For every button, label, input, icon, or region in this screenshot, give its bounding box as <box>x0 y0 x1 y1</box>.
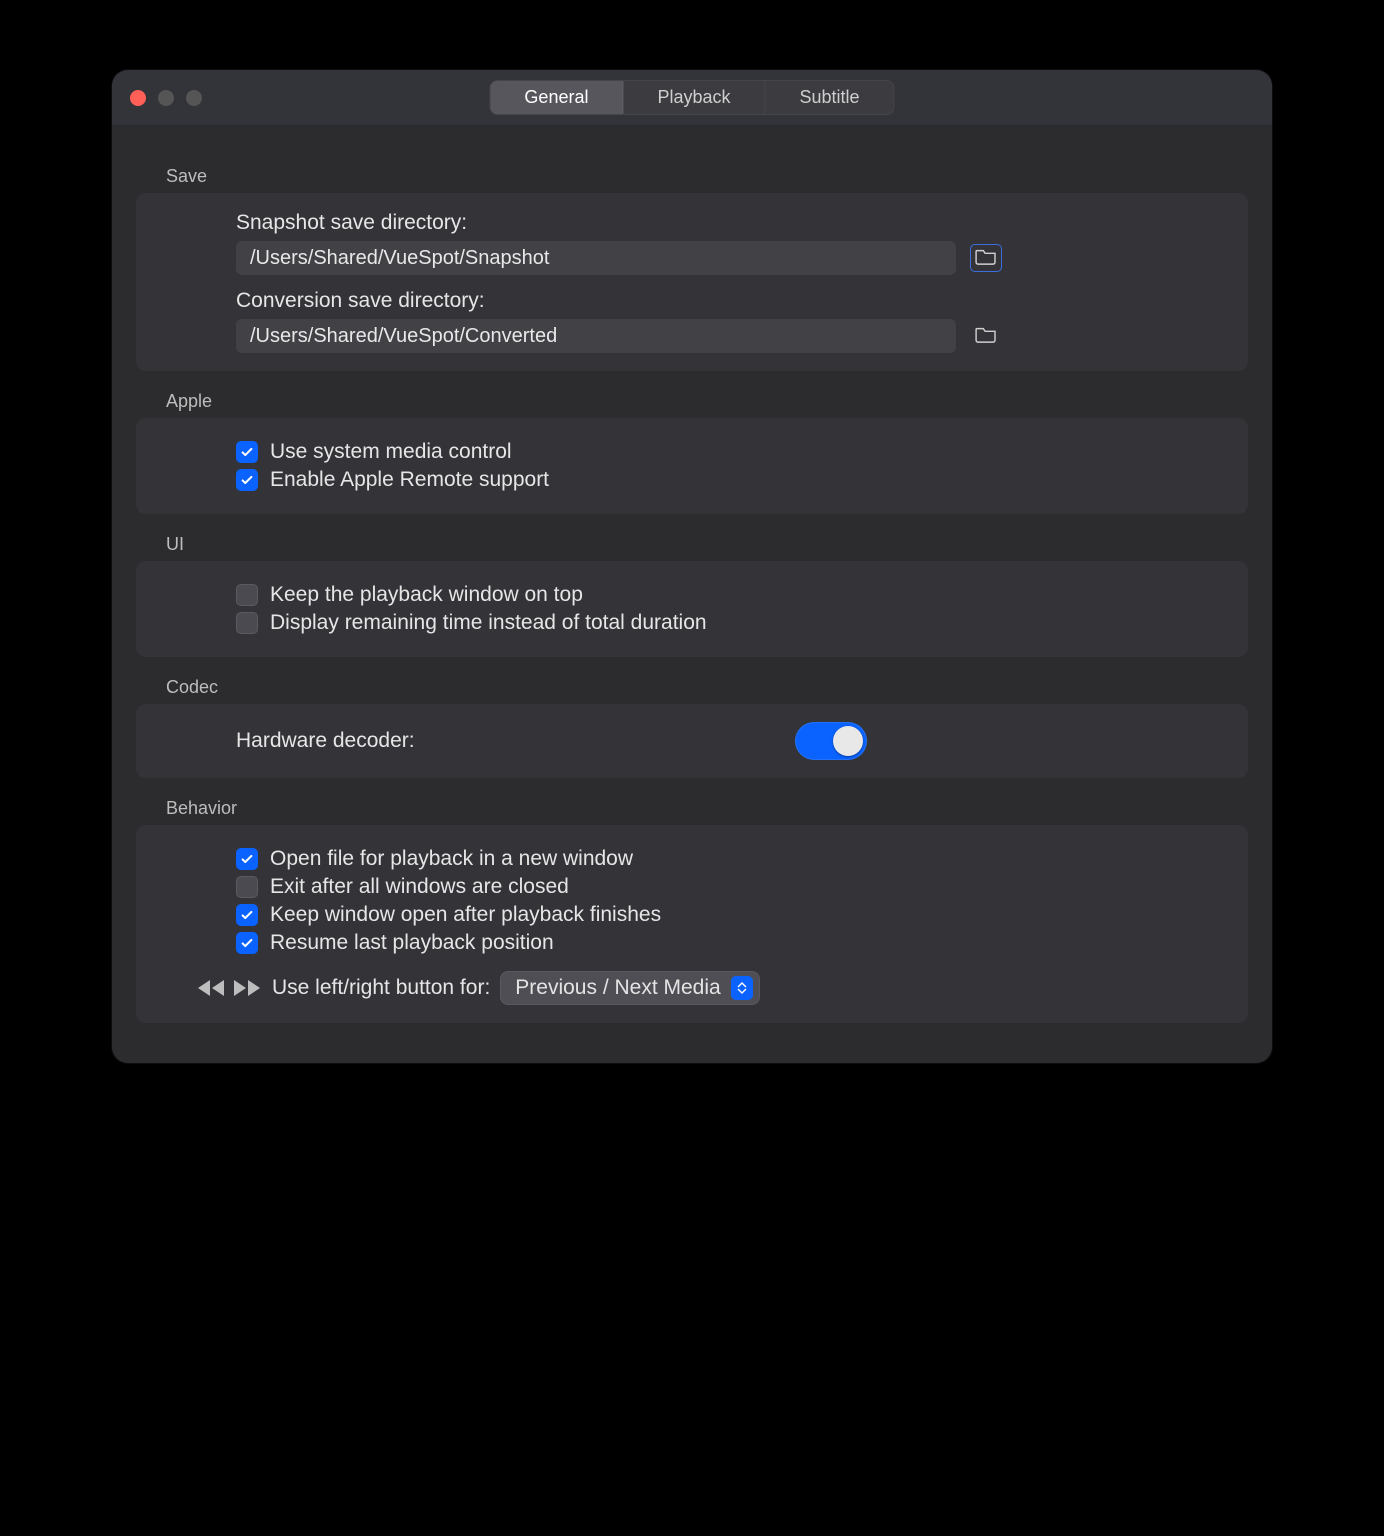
hardware-decoder-label: Hardware decoder: <box>236 729 415 753</box>
skip-arrows-icon <box>196 978 262 998</box>
checkbox-label: Display remaining time instead of total … <box>270 611 707 635</box>
toggle-knob <box>833 726 863 756</box>
content-area: Save Snapshot save directory: Conversion… <box>112 126 1272 1063</box>
section-behavior: Open file for playback in a new window E… <box>136 825 1248 1023</box>
checkbox-exit-after-close[interactable] <box>236 876 258 898</box>
checkmark-icon <box>240 852 254 866</box>
tab-bar: General Playback Subtitle <box>489 80 894 115</box>
checkbox-system-media-control[interactable] <box>236 441 258 463</box>
tab-subtitle[interactable]: Subtitle <box>766 81 894 114</box>
checkbox-window-on-top[interactable] <box>236 584 258 606</box>
checkbox-label: Keep window open after playback finishes <box>270 903 661 927</box>
section-save-label: Save <box>166 166 1248 187</box>
checkbox-resume-position[interactable] <box>236 932 258 954</box>
checkmark-icon <box>240 908 254 922</box>
checkmark-icon <box>240 473 254 487</box>
checkmark-icon <box>240 936 254 950</box>
checkmark-icon <box>240 445 254 459</box>
section-apple-label: Apple <box>166 391 1248 412</box>
snapshot-dir-label: Snapshot save directory: <box>236 211 1220 235</box>
rewind-icon <box>196 978 226 998</box>
tab-general[interactable]: General <box>490 81 623 114</box>
lr-button-select[interactable]: Previous / Next Media <box>500 971 759 1005</box>
checkbox-label: Use system media control <box>270 440 512 464</box>
folder-icon <box>975 325 997 348</box>
conversion-dir-label: Conversion save directory: <box>236 289 1220 313</box>
conversion-browse-button[interactable] <box>970 322 1002 350</box>
checkbox-label: Open file for playback in a new window <box>270 847 633 871</box>
close-button[interactable] <box>130 90 146 106</box>
checkbox-label: Resume last playback position <box>270 931 554 955</box>
folder-icon <box>975 247 997 270</box>
titlebar: General Playback Subtitle <box>112 70 1272 126</box>
checkbox-label: Exit after all windows are closed <box>270 875 569 899</box>
checkbox-keep-window-open[interactable] <box>236 904 258 926</box>
updown-icon <box>731 976 753 1000</box>
section-codec-label: Codec <box>166 677 1248 698</box>
fast-forward-icon <box>232 978 262 998</box>
hardware-decoder-toggle[interactable] <box>795 722 867 760</box>
checkbox-remaining-time[interactable] <box>236 612 258 634</box>
lr-button-label: Use left/right button for: <box>272 976 490 1000</box>
snapshot-browse-button[interactable] <box>970 244 1002 272</box>
section-behavior-label: Behavior <box>166 798 1248 819</box>
tab-playback[interactable]: Playback <box>623 81 765 114</box>
section-apple: Use system media control Enable Apple Re… <box>136 418 1248 514</box>
window-controls <box>130 90 202 106</box>
checkbox-open-in-new-window[interactable] <box>236 848 258 870</box>
checkbox-label: Enable Apple Remote support <box>270 468 549 492</box>
checkbox-label: Keep the playback window on top <box>270 583 583 607</box>
minimize-button[interactable] <box>158 90 174 106</box>
conversion-dir-input[interactable] <box>236 319 956 353</box>
section-save: Snapshot save directory: Conversion save… <box>136 193 1248 371</box>
section-ui-label: UI <box>166 534 1248 555</box>
preferences-window: General Playback Subtitle Save Snapshot … <box>112 70 1272 1063</box>
lr-button-value: Previous / Next Media <box>515 976 720 1000</box>
checkbox-apple-remote[interactable] <box>236 469 258 491</box>
fullscreen-button[interactable] <box>186 90 202 106</box>
snapshot-dir-input[interactable] <box>236 241 956 275</box>
section-ui: Keep the playback window on top Display … <box>136 561 1248 657</box>
section-codec: Hardware decoder: <box>136 704 1248 778</box>
